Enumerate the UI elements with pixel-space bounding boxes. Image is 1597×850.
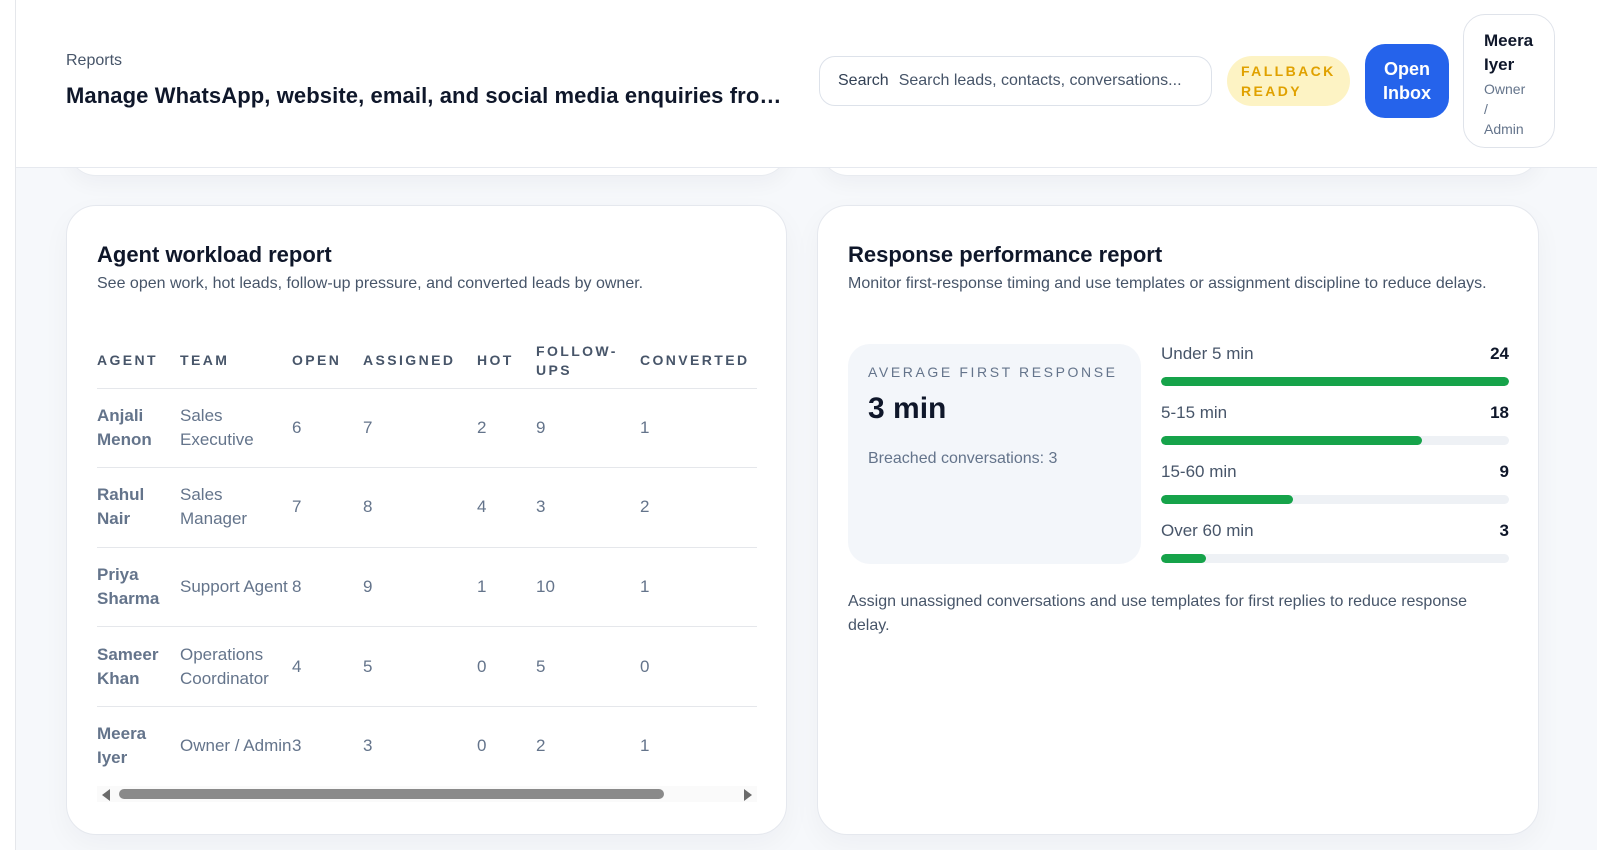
agent-team: Sales Manager xyxy=(180,467,292,548)
converted-count: 1 xyxy=(640,736,650,756)
agent-team: Support Agent xyxy=(180,547,292,628)
followups-count: 10 xyxy=(536,547,640,628)
card-title: Agent workload report xyxy=(97,242,332,267)
hot-count: 0 xyxy=(477,626,536,707)
followups-count: 3 xyxy=(536,467,640,548)
bucket-track xyxy=(1161,554,1509,563)
bucket-row: 5-15 min 18 xyxy=(1161,403,1509,462)
user-menu[interactable]: Meera Iyer Owner / Admin xyxy=(1463,14,1555,148)
status-badge: FALLBACK READY xyxy=(1227,56,1350,106)
top-header: Reports Manage WhatsApp, website, email,… xyxy=(16,0,1597,168)
page-title: Manage WhatsApp, website, email, and soc… xyxy=(66,83,796,108)
assigned-count: 8 xyxy=(363,467,477,548)
bucket-track xyxy=(1161,377,1509,386)
bucket-count: 3 xyxy=(1499,521,1509,540)
assigned-count: 5 xyxy=(363,626,477,707)
scrollbar-thumb[interactable] xyxy=(119,789,664,799)
table-header-row: AGENT TEAM OPEN ASSIGNED HOT FOLLOW-UPS … xyxy=(97,334,757,389)
bucket-label: 5-15 min xyxy=(1161,403,1228,422)
column-header: ASSIGNED xyxy=(363,334,477,389)
bucket-count: 24 xyxy=(1490,344,1509,363)
assigned-count: 7 xyxy=(363,388,477,469)
agent-team: Owner / Admin xyxy=(180,736,292,756)
followups-count: 9 xyxy=(536,388,640,469)
user-role: Owner / Admin xyxy=(1484,81,1526,137)
bucket-track xyxy=(1161,436,1509,445)
search-label: Search xyxy=(838,72,889,89)
response-performance-card: Response performance report Monitor firs… xyxy=(817,205,1539,835)
open-count: 6 xyxy=(292,388,363,469)
table-row: Meera Iyer Owner / Admin 3 3 0 2 1 xyxy=(97,706,757,786)
agent-team: Operations Coordinator xyxy=(180,626,292,707)
average-response-label: AVERAGE FIRST RESPONSE xyxy=(868,364,1118,380)
agent-team: Sales Executive xyxy=(180,388,292,469)
agent-workload-card: Agent workload report See open work, hot… xyxy=(66,205,787,835)
bucket-fill xyxy=(1161,377,1509,386)
card-title: Response performance report xyxy=(848,242,1163,267)
horizontal-scrollbar[interactable] xyxy=(97,786,757,802)
table-row: Anjali Menon Sales Executive 6 7 2 9 1 xyxy=(97,388,757,469)
response-buckets: Under 5 min 24 5-15 min 18 15-60 min 9 O… xyxy=(1161,344,1509,580)
bucket-label: 15-60 min xyxy=(1161,462,1237,481)
open-count: 8 xyxy=(292,547,363,628)
converted-count: 0 xyxy=(640,626,757,707)
open-count: 3 xyxy=(292,736,302,756)
user-name: Meera Iyer xyxy=(1484,31,1534,74)
followups-count: 2 xyxy=(536,736,546,756)
agent-name: Meera Iyer xyxy=(97,724,147,768)
average-response-box: AVERAGE FIRST RESPONSE 3 min Breached co… xyxy=(848,344,1141,564)
bucket-track xyxy=(1161,495,1509,504)
bucket-row: Over 60 min 3 xyxy=(1161,521,1509,580)
agent-name: Rahul Nair xyxy=(97,467,180,548)
workload-table-wrap: AGENT TEAM OPEN ASSIGNED HOT FOLLOW-UPS … xyxy=(97,334,757,786)
agent-name: Anjali Menon xyxy=(97,388,180,469)
bucket-fill xyxy=(1161,495,1294,504)
column-header: HOT xyxy=(477,334,536,389)
open-count: 7 xyxy=(292,467,363,548)
followups-count: 5 xyxy=(536,626,640,707)
card-subtitle: Monitor first-response timing and use te… xyxy=(848,275,1487,292)
search-box[interactable]: Search xyxy=(819,56,1212,106)
bucket-count: 18 xyxy=(1490,403,1509,422)
card-subtitle: See open work, hot leads, follow-up pres… xyxy=(97,275,644,292)
agent-name: Sameer Khan xyxy=(97,626,180,707)
table-row: Sameer Khan Operations Coordinator 4 5 0… xyxy=(97,626,757,707)
scroll-left-arrow-icon[interactable] xyxy=(102,789,110,801)
left-rail xyxy=(0,0,16,850)
scroll-right-arrow-icon[interactable] xyxy=(744,789,752,801)
bucket-row: 15-60 min 9 xyxy=(1161,462,1509,521)
hot-count: 4 xyxy=(477,467,536,548)
agent-name: Priya Sharma xyxy=(97,547,180,628)
column-header: AGENT xyxy=(97,334,180,389)
converted-count: 2 xyxy=(640,467,757,548)
breached-count: Breached conversations: 3 xyxy=(868,450,1058,467)
assigned-count: 9 xyxy=(363,547,477,628)
workload-table: AGENT TEAM OPEN ASSIGNED HOT FOLLOW-UPS … xyxy=(97,334,757,786)
column-header: TEAM xyxy=(180,334,292,389)
response-recommendation: Assign unassigned conversations and use … xyxy=(848,593,1468,634)
breadcrumb[interactable]: Reports xyxy=(66,52,122,70)
converted-count: 1 xyxy=(640,547,757,628)
average-response-value: 3 min xyxy=(868,392,947,425)
bucket-label: Over 60 min xyxy=(1161,521,1254,540)
bucket-fill xyxy=(1161,436,1422,445)
converted-count: 1 xyxy=(640,388,757,469)
hot-count: 1 xyxy=(477,547,536,628)
hot-count: 2 xyxy=(477,388,536,469)
column-header: OPEN xyxy=(292,334,363,389)
bucket-label: Under 5 min xyxy=(1161,344,1254,363)
bucket-row: Under 5 min 24 xyxy=(1161,344,1509,403)
assigned-count: 3 xyxy=(363,736,373,756)
column-header: FOLLOW-UPS xyxy=(536,334,640,389)
bucket-fill xyxy=(1161,554,1207,563)
search-input[interactable] xyxy=(898,72,1193,90)
table-row: Priya Sharma Support Agent 8 9 1 10 1 xyxy=(97,547,757,628)
bucket-count: 9 xyxy=(1499,462,1509,481)
hot-count: 0 xyxy=(477,736,487,756)
open-count: 4 xyxy=(292,626,363,707)
table-row: Rahul Nair Sales Manager 7 8 4 3 2 xyxy=(97,467,757,548)
open-inbox-button[interactable]: Open Inbox xyxy=(1365,44,1449,118)
column-header: CONVERTED xyxy=(640,334,757,389)
